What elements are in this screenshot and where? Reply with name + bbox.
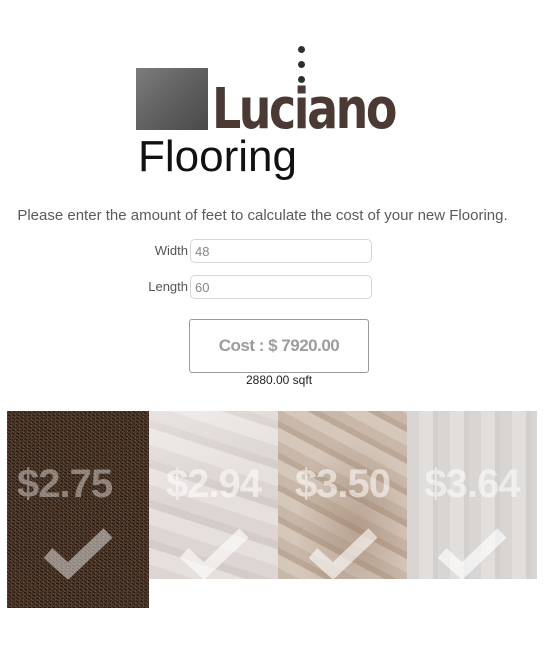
- luciano-flooring-logo: Luciano Flooring: [134, 44, 397, 189]
- cost-display: Cost : $ 7920.00: [189, 319, 369, 373]
- length-label: Length: [148, 279, 188, 294]
- flooring-option-rustic-wood[interactable]: $3.50: [278, 411, 407, 579]
- width-label: Width: [154, 243, 188, 258]
- flooring-option-carpet[interactable]: $2.75: [7, 411, 149, 608]
- width-input[interactable]: [190, 239, 372, 263]
- flooring-price: $2.94: [165, 462, 262, 506]
- length-input[interactable]: [190, 275, 372, 299]
- flooring-option-white-wood[interactable]: $2.94: [149, 411, 278, 579]
- flooring-price: $3.64: [424, 462, 520, 506]
- flooring-price: $2.75: [17, 462, 113, 506]
- checkmark-icon: [43, 528, 113, 579]
- instructions-text: Please enter the amount of feet to calcu…: [17, 207, 508, 224]
- checkmark-icon: [437, 528, 507, 579]
- flooring-price: $3.50: [294, 462, 391, 506]
- logo-square: [136, 68, 208, 130]
- logo-dot: [298, 46, 305, 53]
- logo-text-flooring: Flooring: [138, 132, 297, 181]
- logo-text-luciano: Luciano: [212, 77, 397, 142]
- flooring-option-gray-wood[interactable]: $3.64: [407, 411, 537, 579]
- logo-dot: [298, 61, 305, 68]
- area-display: 2880.00 sqft: [245, 373, 313, 387]
- checkmark-icon: [308, 528, 377, 579]
- checkmark-icon: [179, 528, 248, 579]
